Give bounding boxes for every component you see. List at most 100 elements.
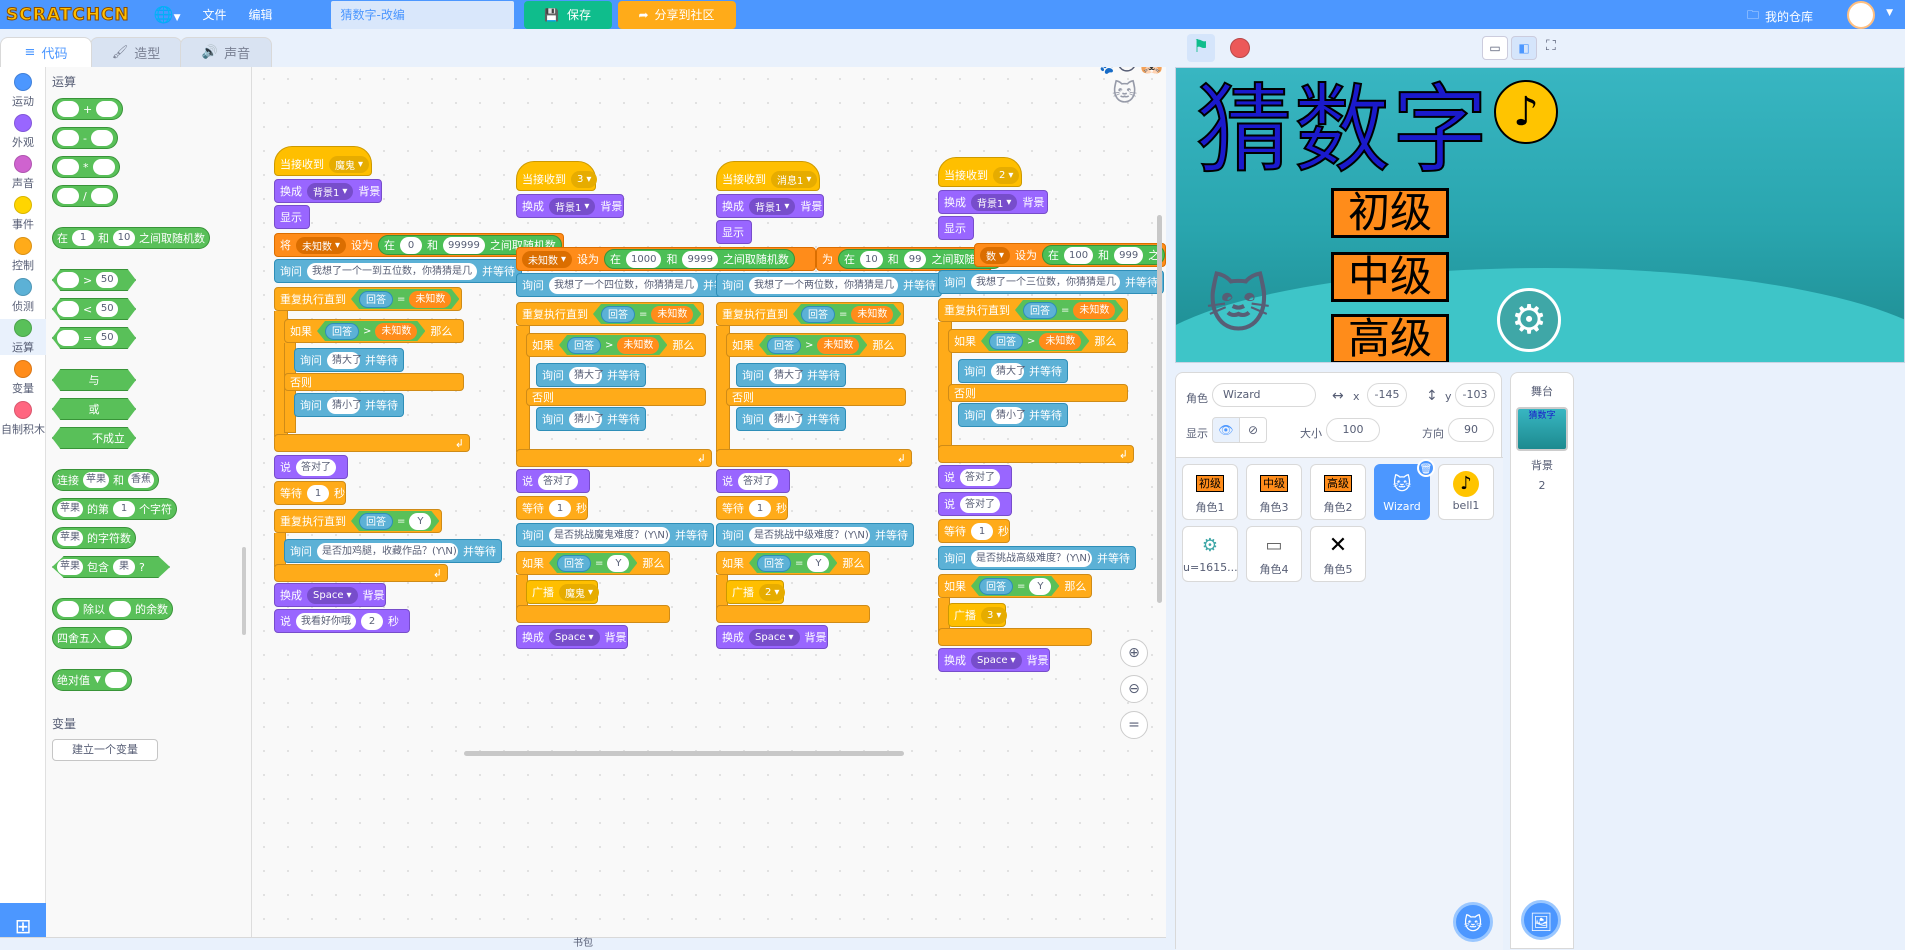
say-text-input[interactable]: 答对了 xyxy=(538,472,578,490)
gt-condition[interactable]: 回答 > 未知数 xyxy=(759,335,867,355)
workspace-h-scrollbar[interactable] xyxy=(464,751,904,756)
equals-y-condition[interactable]: 回答 = Y xyxy=(351,511,439,531)
variable-reporter[interactable]: 未知数 xyxy=(375,323,417,340)
zoom-reset-button[interactable]: = xyxy=(1120,711,1148,739)
ask-text-input[interactable]: 我想了一个两位数，你猜猜是几 xyxy=(749,276,898,294)
input-slot[interactable]: 100 xyxy=(1064,246,1094,264)
ask-small-block[interactable]: 询问 猜小了 并等待 xyxy=(958,403,1068,427)
equals-condition[interactable]: 回答 = 未知数 xyxy=(351,289,459,309)
music-note-icon[interactable]: ♪ xyxy=(1494,80,1558,144)
switch-space-block[interactable]: 换成 Space ▾ 背景 xyxy=(274,583,386,607)
palette-or-block[interactable]: 或 xyxy=(52,398,136,420)
broadcast-block[interactable]: 广播 魔鬼 ▾ xyxy=(526,580,600,604)
code-workspace[interactable]: 🐾🐱🐹 🐱 当接收到魔鬼▾ 换成背景1▾背景 显示 将未知数▾设为在0和9999… xyxy=(252,67,1166,937)
switch-backdrop-block[interactable]: 换成 背景1 ▾ 背景 xyxy=(938,190,1048,214)
backdrop-dropdown[interactable]: Space ▾ xyxy=(749,628,800,646)
say-text-input[interactable]: 答对了 xyxy=(960,468,1000,486)
ask-block[interactable]: 询问 我想了一个两位数，你猜猜是几 并等待 xyxy=(716,273,942,297)
stage-canvas[interactable]: 猜数字 ♪ 初级 中级 高级 ⚙ 🐱 xyxy=(1175,67,1905,363)
category-sensing[interactable]: 侦测 xyxy=(0,278,46,314)
palette-letter-block[interactable]: 苹果 的第 1 个字符 xyxy=(52,498,177,520)
broadcast-block[interactable]: 广播 2 ▾ xyxy=(726,580,786,604)
answer-reporter[interactable]: 回答 xyxy=(359,513,393,530)
sprite-tile-selected[interactable]: 🐱 Wizard 🗑 xyxy=(1374,459,1435,520)
random-block[interactable]: 在 100 和 999 之 xyxy=(1042,245,1166,265)
backdrop-thumbnail[interactable]: 猜数字 xyxy=(1516,407,1568,451)
broadcast-dropdown[interactable]: 3 ▾ xyxy=(981,606,1008,624)
say-block[interactable]: 说答对了 xyxy=(716,469,790,493)
scratchcn-logo[interactable]: SCRATCHCN xyxy=(6,4,130,25)
if-else-block[interactable]: 如果 回答 > 未知数 那么 xyxy=(526,333,706,357)
value-input[interactable]: Y xyxy=(1029,578,1051,595)
ask-text-input[interactable]: 猜小了 xyxy=(769,410,804,428)
stop-button[interactable] xyxy=(1230,38,1250,58)
repeat-until-block[interactable]: 重复执行直到 回答 = 未知数 xyxy=(938,298,1128,322)
if-block[interactable]: 如果 回答 = Y 那么 xyxy=(516,551,670,575)
if-block[interactable]: 如果 回答 = Y 那么 xyxy=(938,574,1092,598)
say-text-input[interactable]: 答对了 xyxy=(296,458,336,476)
direction-input[interactable]: 90 xyxy=(1448,418,1494,442)
globe-icon[interactable]: 🌐▼ xyxy=(154,5,181,24)
user-avatar[interactable]: 🐱 xyxy=(1847,1,1875,29)
tab-costumes[interactable]: 🖌 造型 xyxy=(90,37,182,67)
palette-abs-block[interactable]: 绝对值 ▼ xyxy=(52,669,132,691)
add-sprite-button[interactable]: 🐱 xyxy=(1453,902,1493,942)
if-else-block[interactable]: 如果 回答 > 未知数 那么 xyxy=(948,329,1128,353)
equals-y-condition[interactable]: 回答 = Y xyxy=(749,553,837,573)
if-else-block[interactable]: 如果 回答 > 未知数 那么 xyxy=(284,319,464,343)
broadcast-dropdown[interactable]: 2 ▾ xyxy=(759,583,786,601)
variable-dropdown[interactable]: 未知数 ▾ xyxy=(296,236,347,254)
ask-small-block[interactable]: 询问 猜小了 并等待 xyxy=(294,393,404,417)
equals-y-condition[interactable]: 回答 = Y xyxy=(549,553,637,573)
gt-condition[interactable]: 回答 > 未知数 xyxy=(559,335,667,355)
seconds-input[interactable]: 1 xyxy=(549,499,571,517)
variable-reporter[interactable]: 未知数 xyxy=(409,291,451,308)
ask-text-input[interactable]: 猜大了 xyxy=(991,362,1026,380)
category-operators[interactable]: 运算 xyxy=(0,319,46,355)
palette-length-block[interactable]: 苹果 的字符数 xyxy=(52,527,136,549)
normal-stage-button[interactable]: ◧ xyxy=(1511,36,1537,60)
input-slot[interactable]: 1000 xyxy=(626,250,662,268)
ask-text-input[interactable]: 是否挑战魔鬼难度？(Y\N) xyxy=(549,526,670,544)
palette-eq-block[interactable]: = 50 xyxy=(52,327,136,349)
stage-target-panel[interactable]: 舞台 猜数字 背景 2 🖼 xyxy=(1510,372,1574,949)
backpack-bar[interactable]: 书包 xyxy=(0,937,1166,949)
edit-menu[interactable]: 编辑 xyxy=(249,6,273,23)
if-else-block[interactable]: 如果 回答 > 未知数 那么 xyxy=(726,333,906,357)
ask-big-block[interactable]: 询问 猜大了 并等待 xyxy=(736,363,846,387)
size-input[interactable]: 100 xyxy=(1326,418,1380,442)
broadcast-block[interactable]: 广播 3 ▾ xyxy=(948,603,1008,627)
sprite-tile[interactable]: 初级 角色1 xyxy=(1182,464,1238,520)
switch-space-block[interactable]: 换成 Space ▾ 背景 xyxy=(938,648,1050,672)
palette-div-block[interactable]: / xyxy=(52,185,118,207)
backdrop-dropdown[interactable]: 背景1 ▾ xyxy=(971,193,1018,211)
switch-backdrop-block[interactable]: 换成 背景1 ▾ 背景 xyxy=(516,194,624,218)
say-for-secs-block[interactable]: 说我看好你哦 2 秒 xyxy=(274,609,410,633)
sprite-tile[interactable]: ♪ bell1 xyxy=(1438,464,1494,520)
gt-condition[interactable]: 回答 > 未知数 xyxy=(317,321,425,341)
backdrop-dropdown[interactable]: Space ▾ xyxy=(549,628,600,646)
save-button[interactable]: 💾 保存 xyxy=(523,0,612,29)
equals-condition[interactable]: 回答 = 未知数 xyxy=(1015,300,1123,320)
value-input[interactable]: Y xyxy=(409,513,431,530)
ask-small-block[interactable]: 询问 猜小了 并等待 xyxy=(536,407,646,431)
level-easy-sprite[interactable]: 初级 xyxy=(1331,188,1449,238)
repeat-until-block[interactable]: 重复执行直到 回答 = 未知数 xyxy=(274,287,462,311)
when-receive-hat[interactable]: 当接收到 魔鬼 ▾ xyxy=(274,146,372,176)
palette-and-block[interactable]: 与 xyxy=(52,369,136,391)
y-input[interactable]: -103 xyxy=(1455,383,1495,407)
say-text-input[interactable]: 答对了 xyxy=(738,472,778,490)
ask-challenge-block[interactable]: 询问 是否挑战中级难度？(Y\N) 并等待 xyxy=(716,523,914,547)
broadcast-dropdown[interactable]: 魔鬼 ▾ xyxy=(559,583,600,601)
wait-block[interactable]: 等待 1 秒 xyxy=(716,496,788,520)
backdrop-dropdown[interactable]: 背景1 ▾ xyxy=(549,197,596,215)
category-events[interactable]: 事件 xyxy=(0,196,46,232)
cat-sprite[interactable]: 🐱 xyxy=(1206,268,1271,341)
sprite-tile[interactable]: 中级 角色3 xyxy=(1246,464,1302,520)
ask-text-input[interactable]: 猜大了 xyxy=(569,366,604,384)
show-block[interactable]: 显示 xyxy=(274,205,310,229)
wait-block[interactable]: 等待 1 秒 xyxy=(938,519,1010,543)
repeat-until-block[interactable]: 重复执行直到 回答 = 未知数 xyxy=(516,302,704,326)
variable-reporter[interactable]: 未知数 xyxy=(851,306,893,323)
answer-reporter[interactable]: 回答 xyxy=(767,337,801,354)
